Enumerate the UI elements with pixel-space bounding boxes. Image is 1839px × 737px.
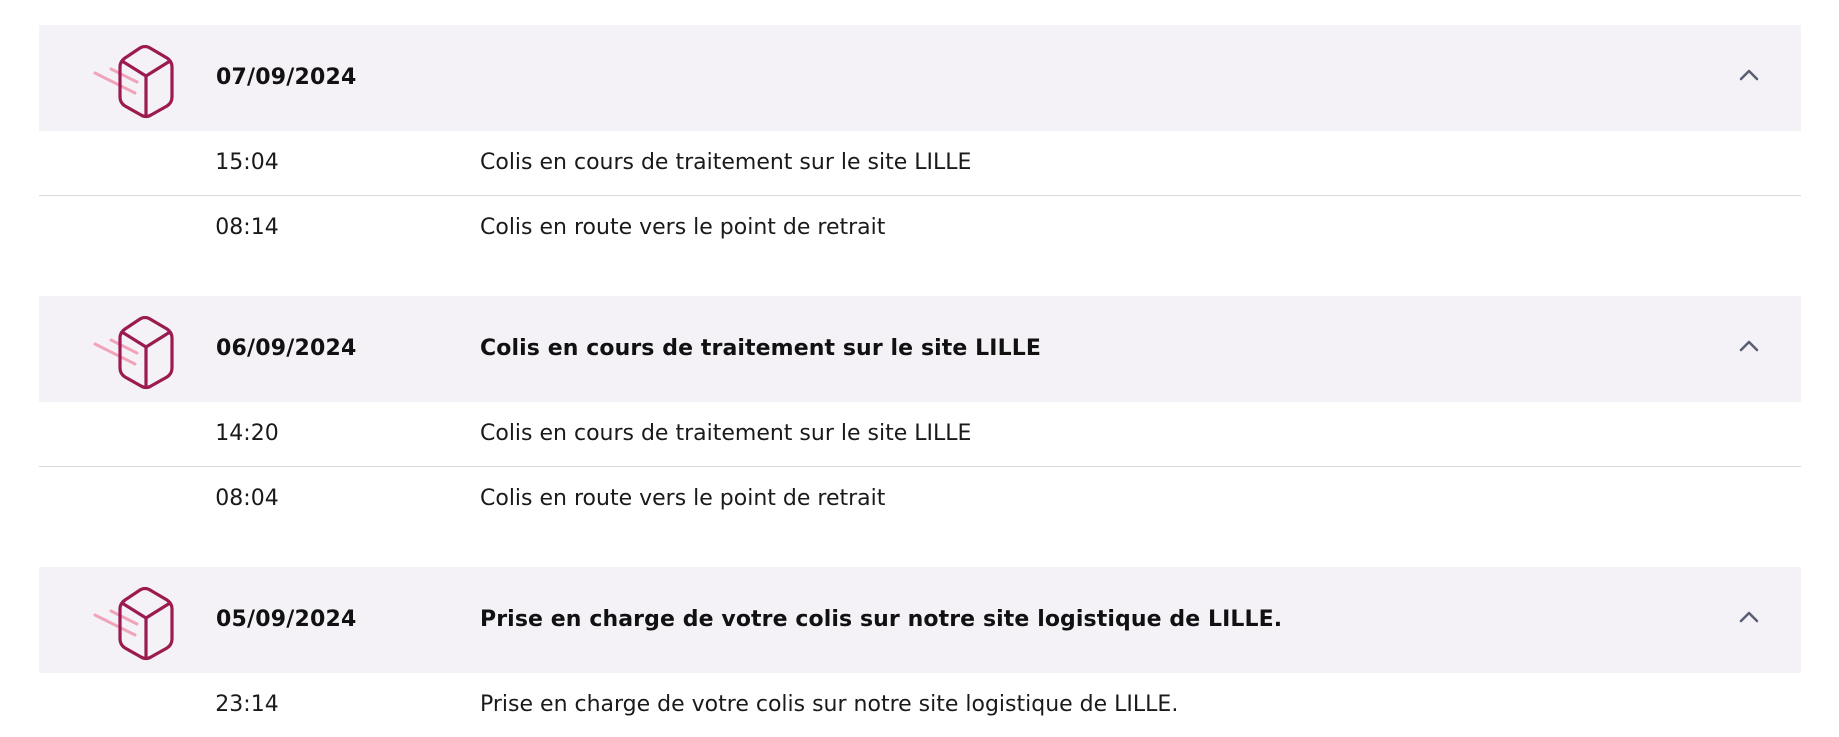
chevron-up-icon[interactable] (1737, 334, 1761, 358)
parcel-icon (93, 45, 174, 119)
date-group: 05/09/2024 Prise en charge de votre coli… (39, 567, 1801, 737)
event-description: Colis en cours de traitement sur le site… (480, 150, 972, 175)
date-group-header[interactable]: 06/09/2024 Colis en cours de traitement … (39, 296, 1801, 402)
event-row: 23:14 Prise en charge de votre colis sur… (39, 673, 1801, 737)
date-group-header[interactable]: 07/09/2024 (39, 25, 1801, 131)
event-row: 14:20 Colis en cours de traitement sur l… (39, 402, 1801, 467)
event-description: Prise en charge de votre colis sur notre… (480, 692, 1179, 717)
event-row: 08:04 Colis en route vers le point de re… (39, 467, 1801, 531)
date-group-header[interactable]: 05/09/2024 Prise en charge de votre coli… (39, 567, 1801, 673)
event-time: 23:14 (215, 692, 279, 717)
event-time: 08:04 (215, 486, 279, 511)
date-group: 06/09/2024 Colis en cours de traitement … (39, 296, 1801, 531)
group-summary: Prise en charge de votre colis sur notre… (480, 607, 1283, 632)
event-description: Colis en cours de traitement sur le site… (480, 421, 972, 446)
group-summary: Colis en cours de traitement sur le site… (480, 336, 1041, 361)
parcel-icon (93, 316, 174, 390)
event-row: 15:04 Colis en cours de traitement sur l… (39, 131, 1801, 196)
group-date: 07/09/2024 (216, 65, 357, 90)
date-group: 07/09/2024 15:04 Colis en cours de trait… (39, 25, 1801, 260)
event-description: Colis en route vers le point de retrait (480, 486, 886, 511)
group-date: 05/09/2024 (216, 607, 357, 632)
event-time: 14:20 (215, 421, 279, 446)
group-date: 06/09/2024 (216, 336, 357, 361)
chevron-up-icon[interactable] (1737, 63, 1761, 87)
event-time: 15:04 (215, 150, 279, 175)
chevron-up-icon[interactable] (1737, 605, 1761, 629)
event-description: Colis en route vers le point de retrait (480, 215, 886, 240)
tracking-timeline: 07/09/2024 15:04 Colis en cours de trait… (39, 0, 1801, 737)
event-time: 08:14 (215, 215, 279, 240)
parcel-icon (93, 587, 174, 661)
event-row: 08:14 Colis en route vers le point de re… (39, 196, 1801, 260)
